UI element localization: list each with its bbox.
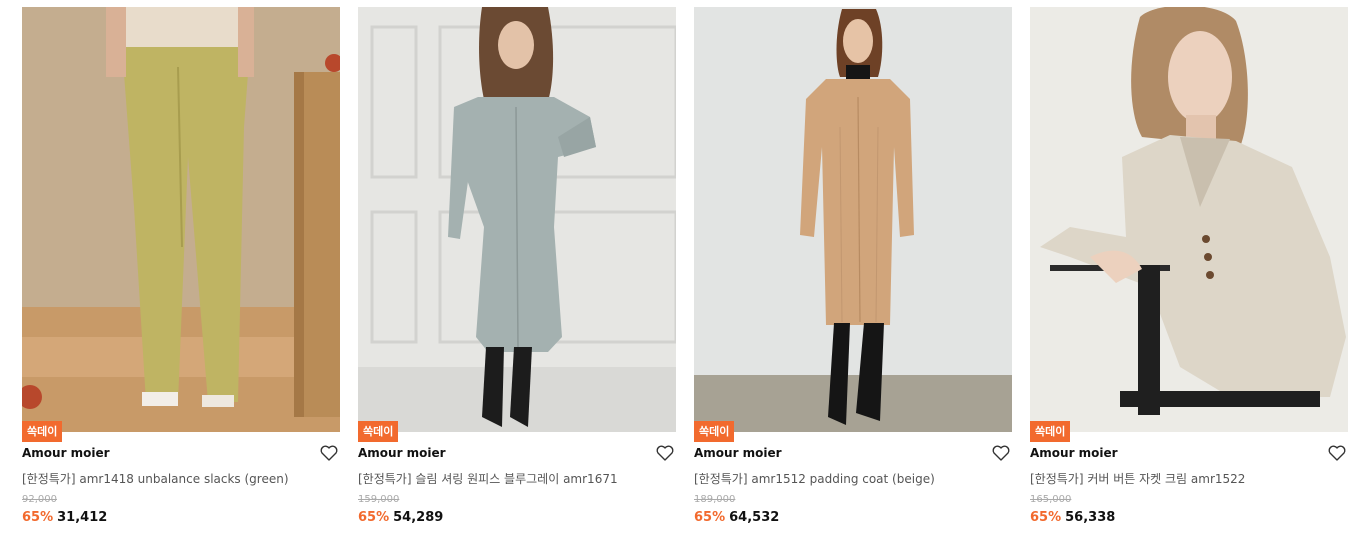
product-card[interactable]: 쏙데이 Amour moier [한정특가] 슬림 셔링 원피스 블루그레이 a… bbox=[358, 7, 676, 532]
discount-rate: 65% bbox=[358, 510, 390, 525]
product-image[interactable] bbox=[1030, 7, 1348, 432]
sale-price: 65% 54,289 bbox=[358, 510, 443, 525]
brand-name[interactable]: Amour moier bbox=[358, 446, 446, 460]
brand-name[interactable]: Amour moier bbox=[22, 446, 110, 460]
discount-rate: 65% bbox=[694, 510, 726, 525]
heart-icon[interactable] bbox=[992, 445, 1010, 461]
product-image[interactable] bbox=[694, 7, 1012, 432]
discount-rate: 65% bbox=[1030, 510, 1062, 525]
heart-icon[interactable] bbox=[656, 445, 674, 461]
heart-icon[interactable] bbox=[1328, 445, 1346, 461]
brand-name[interactable]: Amour moier bbox=[694, 446, 782, 460]
price-amount: 64,532 bbox=[729, 510, 780, 525]
price-amount: 56,338 bbox=[1065, 510, 1116, 525]
sale-price: 65% 56,338 bbox=[1030, 510, 1115, 525]
product-title[interactable]: [한정특가] amr1512 padding coat (beige) bbox=[694, 470, 935, 487]
promo-badge: 쏙데이 bbox=[358, 421, 399, 442]
original-price: 165,000 bbox=[1030, 494, 1072, 505]
brand-name[interactable]: Amour moier bbox=[1030, 446, 1118, 460]
promo-badge: 쏙데이 bbox=[694, 421, 735, 442]
product-card[interactable]: 쏙데이 Amour moier [한정특가] amr1418 unbalance… bbox=[22, 7, 340, 532]
price-amount: 31,412 bbox=[57, 510, 108, 525]
product-card[interactable]: 쏙데이 Amour moier [한정특가] amr1512 padding c… bbox=[694, 7, 1012, 532]
sale-price: 65% 64,532 bbox=[694, 510, 779, 525]
price-amount: 54,289 bbox=[393, 510, 444, 525]
product-image[interactable] bbox=[358, 7, 676, 432]
product-title[interactable]: [한정특가] 커버 버튼 자켓 크림 amr1522 bbox=[1030, 470, 1245, 487]
promo-badge: 쏙데이 bbox=[22, 421, 63, 442]
original-price: 189,000 bbox=[694, 494, 736, 505]
product-title[interactable]: [한정특가] amr1418 unbalance slacks (green) bbox=[22, 470, 289, 487]
original-price: 92,000 bbox=[22, 494, 57, 505]
promo-badge: 쏙데이 bbox=[1030, 421, 1071, 442]
product-card[interactable]: 쏙데이 Amour moier [한정특가] 커버 버튼 자켓 크림 amr15… bbox=[1030, 7, 1348, 532]
product-grid: 쏙데이 Amour moier [한정특가] amr1418 unbalance… bbox=[22, 7, 1348, 532]
discount-rate: 65% bbox=[22, 510, 54, 525]
original-price: 159,000 bbox=[358, 494, 400, 505]
sale-price: 65% 31,412 bbox=[22, 510, 107, 525]
heart-icon[interactable] bbox=[320, 445, 338, 461]
product-image[interactable] bbox=[22, 7, 340, 432]
product-title[interactable]: [한정특가] 슬림 셔링 원피스 블루그레이 amr1671 bbox=[358, 470, 618, 487]
